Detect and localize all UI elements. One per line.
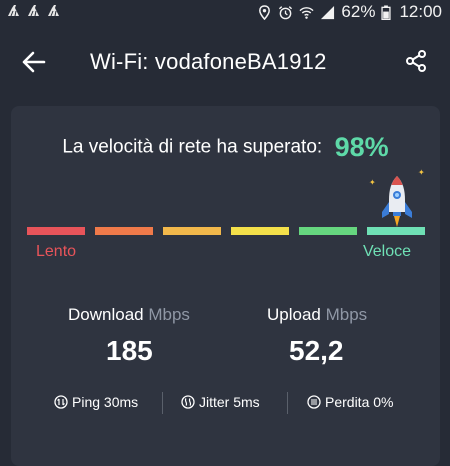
cleaner-notification-icon bbox=[8, 5, 19, 17]
meter-segment bbox=[231, 227, 289, 235]
fast-label: Veloce bbox=[362, 243, 411, 260]
percentile-value: 98% bbox=[334, 132, 389, 162]
stat-divider bbox=[162, 392, 163, 414]
wifi-icon bbox=[299, 6, 314, 19]
sparkle-icon: ✦ bbox=[418, 168, 425, 177]
alarm-icon bbox=[279, 5, 293, 19]
back-arrow-icon[interactable] bbox=[20, 48, 48, 76]
jitter-icon bbox=[181, 395, 195, 409]
download-unit: Mbps bbox=[148, 305, 190, 324]
download-title: Download Mbps bbox=[68, 305, 190, 325]
ping-text: Ping 30ms bbox=[72, 394, 139, 410]
cleaner-notification-icon bbox=[48, 5, 59, 17]
sparkle-icon: ✦ bbox=[369, 178, 376, 187]
speed-result-card: La velocità di rete ha superato: 98% ✦ ✦… bbox=[11, 106, 440, 466]
meter-segment bbox=[299, 227, 357, 235]
clock: 12:00 bbox=[399, 2, 442, 21]
notification-icons bbox=[6, 4, 62, 18]
upload-title: Upload Mbps bbox=[267, 305, 367, 325]
headline-text: La velocità di rete ha superato: bbox=[62, 136, 323, 158]
download-label: Download bbox=[68, 305, 144, 324]
meter-segment bbox=[163, 227, 221, 235]
packet-loss-stat: Perdita 0% bbox=[307, 394, 393, 410]
packet-loss-text: Perdita 0% bbox=[325, 394, 394, 410]
upload-value: 52,2 bbox=[289, 335, 344, 366]
page-title: Wi-Fi: vodafoneBA1912 bbox=[90, 49, 327, 74]
ping-icon bbox=[54, 395, 68, 409]
status-indicators: 62% 12:00 bbox=[257, 0, 442, 24]
battery-icon bbox=[381, 4, 392, 20]
location-icon bbox=[259, 4, 271, 20]
speed-meter bbox=[27, 227, 425, 235]
signal-icon bbox=[321, 5, 335, 19]
network-stats: Ping 30ms Jitter 5ms Perdita 0% bbox=[11, 392, 440, 416]
meter-segment bbox=[27, 227, 85, 235]
meter-segment bbox=[367, 227, 425, 235]
slow-label: Lento bbox=[36, 243, 77, 260]
upload-unit: Mbps bbox=[325, 305, 368, 324]
status-bar: 62% 12:00 bbox=[0, 0, 450, 24]
upload-label: Upload bbox=[267, 305, 321, 324]
jitter-text: Jitter 5ms bbox=[199, 394, 260, 410]
stat-divider bbox=[287, 392, 288, 414]
packet-loss-icon bbox=[307, 395, 321, 409]
app-bar: Wi-Fi: vodafoneBA1912 bbox=[0, 24, 450, 96]
download-value: 185 bbox=[106, 335, 153, 366]
battery-percentage: 62% bbox=[341, 2, 376, 21]
ping-stat: Ping 30ms bbox=[54, 394, 138, 410]
rocket-icon bbox=[382, 176, 412, 227]
speed-headline: La velocità di rete ha superato: 98% bbox=[11, 132, 440, 163]
meter-segment bbox=[95, 227, 153, 235]
cleaner-notification-icon bbox=[28, 5, 39, 17]
share-icon[interactable] bbox=[404, 49, 428, 73]
jitter-stat: Jitter 5ms bbox=[181, 394, 260, 410]
